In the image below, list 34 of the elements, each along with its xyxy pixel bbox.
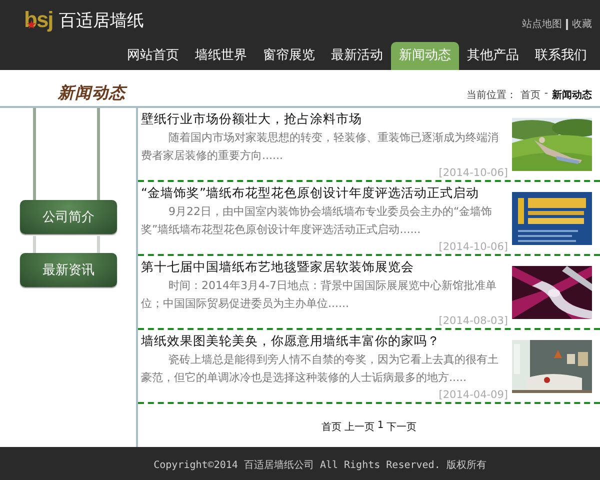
brand-name: 百适居墙纸 [58,10,144,32]
page-link[interactable]: 下一页 [386,420,417,434]
news-summary: 时间：2014年3月4-7日地点：背景中国国际展展览中心新馆批准单位；中国国际贸易促进委员为主办单位...... [141,278,498,312]
news-summary: 瓷砖上墙总是能得到旁人情不自禁的夸奖，因为它看上去真的很有土豪范，但它的单调冰冷也是选择这种装修的人士诟病最多的地方..... [141,352,500,386]
sidebar-button[interactable]: 公司简介 [20,200,117,234]
breadcrumb-link[interactable]: 首页 [520,88,540,102]
logo: bsj [24,8,53,32]
news-date: [2014-10-06] [438,166,508,180]
nav-tab[interactable]: 联系我们 [527,42,595,70]
nav-tab[interactable]: 窗帘展览 [255,42,323,70]
nav-tab[interactable]: 最新活动 [323,42,391,70]
top-link[interactable]: 站点地图 [522,17,562,31]
news-date: [2014-04-09] [438,388,508,402]
news-date: [2014-10-06] [438,240,508,254]
breadcrumb-separator: - [544,88,548,101]
news-title[interactable]: “金墙饰奖”墙纸布花型花色原创设计年度评选活动正式启动 [141,184,508,202]
page-link[interactable]: 首页 [321,420,342,434]
page-link[interactable]: 1 [377,420,384,434]
sidebar-button[interactable]: 最新资讯 [20,253,117,287]
news-title[interactable]: 壁纸行业市场份额壮大，抢占涂料市场 [141,110,508,128]
copyright-text: Copyright©2014 百适居墙纸公司 All Rights Reserved. 版权所有 [154,458,486,472]
news-title[interactable]: 墙纸效果图美轮美奂，你愿意用墙纸丰富你的家吗？ [141,332,508,350]
news-summary: 随着国内市场对家装思想的转变，轻装修、重装饰已逐渐成为终端消费者家居装修的重要方向...... [141,130,500,164]
breadcrumb-label: 当前位置： [466,88,516,102]
news-summary: 9月22日，由中国室内装饰协会墙纸墙布专业委员会主办的“金墙饰奖”墙纸墙布花型花色原创设计年度评选活动正式启动...... [141,204,494,238]
nav-tab[interactable]: 墙纸世界 [187,42,255,70]
breadcrumb-current: 新闻动态 [552,88,592,102]
nav-tab[interactable]: 网站首页 [119,42,187,70]
page-link[interactable]: 上一页 [344,420,374,434]
top-link[interactable]: 收藏 [572,17,592,31]
section-title: 新闻动态 [58,83,126,104]
news-date: [2014-08-03] [438,314,508,328]
news-title[interactable]: 第十七届中国墙纸布艺地毯暨家居软装饰展览会 [141,258,508,276]
nav-tab[interactable]: 其他产品 [459,42,527,70]
